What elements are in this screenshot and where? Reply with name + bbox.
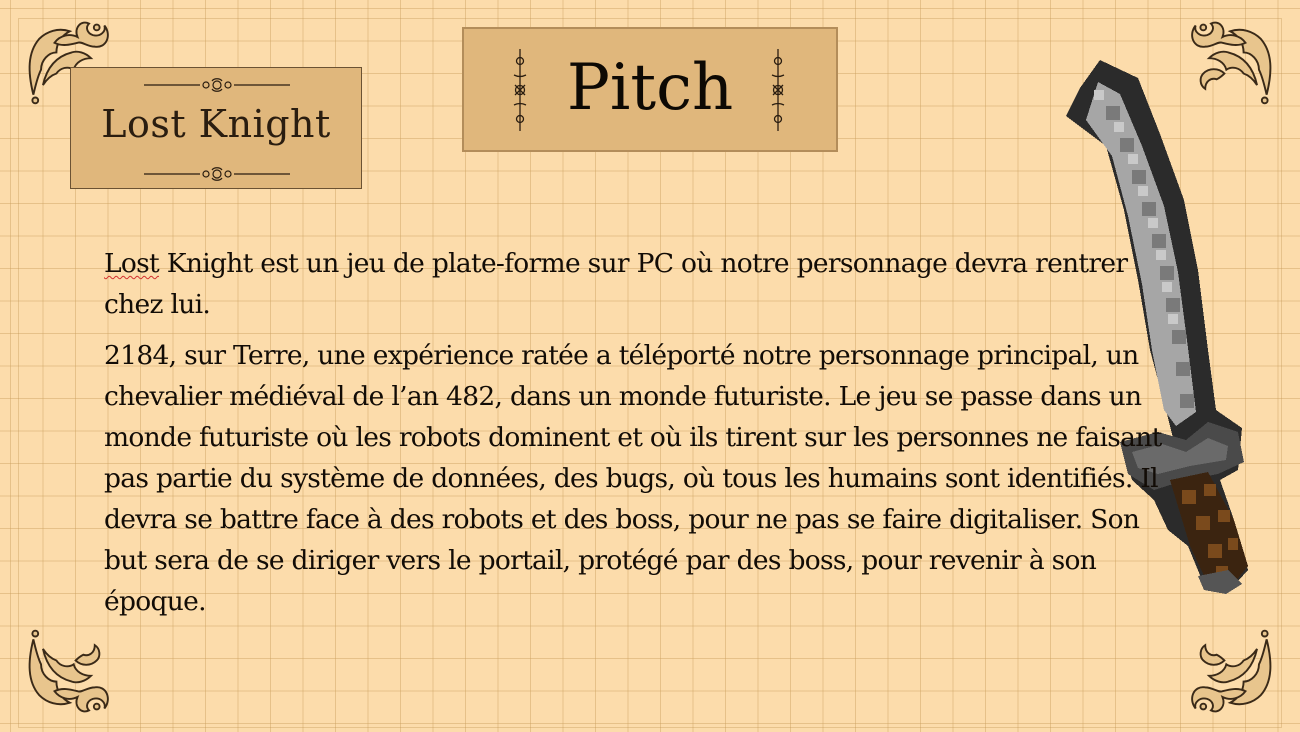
spellcheck-word: Lost (104, 248, 160, 279)
pitch-paragraph: Lost Knight est un jeu de plate-forme su… (104, 243, 1164, 325)
logo-panel: Lost Knight (70, 67, 362, 189)
pitch-body: Lost Knight est un jeu de plate-forme su… (104, 243, 1164, 632)
title-panel: Pitch (462, 27, 838, 152)
pitch-paragraph: 2184, sur Terre, une expérience ratée a … (104, 340, 1162, 617)
flourish-divider-icon (141, 167, 293, 181)
slide: Lost Knight Pitch Lost Knight est un jeu… (0, 0, 1300, 732)
flourish-divider-icon (141, 78, 293, 92)
paragraph-text: Knight est un jeu de plate-forme sur PC … (104, 248, 1128, 320)
corner-ornament-icon (18, 624, 114, 720)
corner-ornament-icon (1186, 624, 1282, 720)
vertical-flourish-icon (770, 49, 786, 131)
logo-text: Lost Knight (101, 102, 331, 146)
